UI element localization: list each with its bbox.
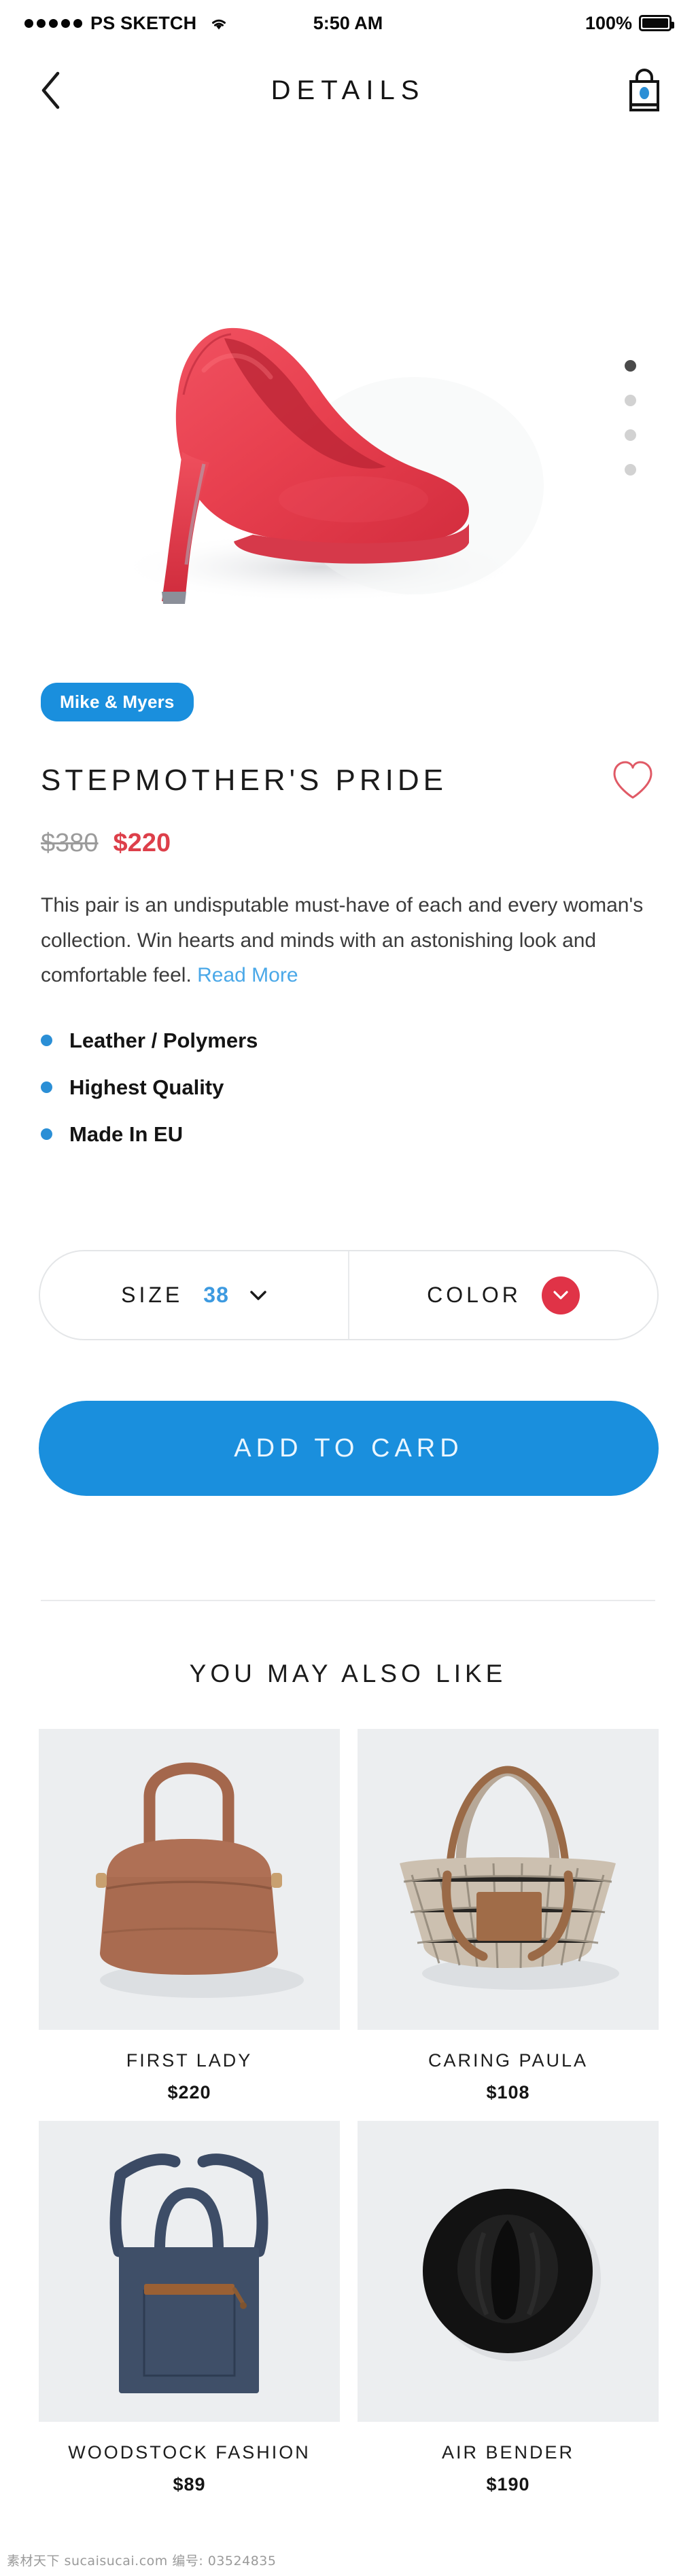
- wifi-icon: [209, 15, 229, 31]
- chevron-left-icon: [41, 71, 60, 109]
- product-thumbnail: [39, 1729, 340, 2030]
- feature-label: Highest Quality: [69, 1075, 224, 1099]
- product-description: This pair is an undisputable must-have o…: [41, 894, 644, 987]
- battery-percent-label: 100%: [585, 12, 632, 33]
- heart-outline-icon: [613, 761, 652, 799]
- product-card-name: FIRST LADY: [126, 2050, 253, 2071]
- status-bar-right: 100%: [585, 12, 674, 34]
- size-selector[interactable]: SIZE 38: [40, 1251, 349, 1339]
- shopping-bag-icon: [629, 69, 659, 111]
- color-swatch[interactable]: [541, 1276, 580, 1314]
- feature-item: Highest Quality: [41, 1075, 655, 1100]
- product-card[interactable]: CARING PAULA $108: [358, 1729, 659, 2103]
- cart-button[interactable]: [623, 69, 666, 112]
- carousel-dot-2[interactable]: [625, 395, 636, 406]
- product-info: Mike & Myers STEPMOTHER'S PRIDE $380 $22…: [0, 683, 696, 1147]
- product-description-block: This pair is an undisputable must-have o…: [41, 888, 646, 993]
- product-thumbnail: [358, 1729, 659, 2030]
- recommendations-grid: FIRST LADY $220 CARING PAULA $108 WOODST…: [39, 1729, 659, 2495]
- original-price: $380: [41, 829, 99, 857]
- recommendations-heading: YOU MAY ALSO LIKE: [189, 1660, 507, 1687]
- back-button[interactable]: [30, 70, 71, 111]
- black-fedora-hat-image: [358, 2121, 659, 2422]
- status-bar-left: PS SKETCH: [24, 13, 229, 34]
- product-thumbnail: [358, 2121, 659, 2422]
- bullet-dot-icon: [41, 1081, 52, 1094]
- page-title: DETAILS: [271, 75, 425, 105]
- product-card-price: $190: [486, 2474, 530, 2494]
- brand-badge[interactable]: Mike & Myers: [41, 683, 194, 721]
- carrier-label: PS SKETCH: [90, 12, 197, 33]
- bullet-dot-icon: [41, 1128, 52, 1141]
- product-title: STEPMOTHER'S PRIDE: [41, 764, 448, 797]
- product-card-price: $108: [486, 2082, 530, 2103]
- feature-list: Leather / Polymers Highest Quality Made …: [41, 1028, 655, 1147]
- feature-label: Made In EU: [69, 1122, 184, 1146]
- product-card[interactable]: AIR BENDER $190: [358, 2121, 659, 2495]
- woven-straw-basket-tote-image: [358, 1729, 659, 2030]
- status-bar: PS SKETCH 5:50 AM 100%: [0, 0, 696, 46]
- size-value: 38: [203, 1283, 229, 1307]
- product-card-name: WOODSTOCK FASHION: [68, 2442, 311, 2463]
- price-row: $380 $220: [41, 829, 655, 858]
- size-label: SIZE: [121, 1283, 184, 1307]
- product-card-price: $89: [173, 2474, 206, 2494]
- signal-strength-icon: [24, 18, 82, 28]
- title-row: STEPMOTHER'S PRIDE: [41, 759, 655, 802]
- carousel-dot-4[interactable]: [625, 464, 636, 476]
- product-card-name: CARING PAULA: [428, 2050, 589, 2071]
- battery-full-icon: [639, 15, 674, 31]
- color-label: COLOR: [427, 1283, 521, 1307]
- product-card[interactable]: WOODSTOCK FASHION $89: [39, 2121, 340, 2495]
- add-to-cart-label: ADD TO CARD: [234, 1433, 464, 1463]
- current-price: $220: [113, 829, 171, 857]
- product-card[interactable]: FIRST LADY $220: [39, 1729, 340, 2103]
- favorite-button[interactable]: [610, 759, 655, 802]
- chevron-down-icon: [249, 1290, 267, 1301]
- product-card-price: $220: [167, 2082, 211, 2103]
- section-divider: [41, 1600, 655, 1601]
- feature-item: Made In EU: [41, 1122, 655, 1147]
- product-image-carousel[interactable]: [0, 132, 696, 669]
- source-watermark: 素材天下 sucaisucai.com 编号: 03524835: [7, 2554, 277, 2569]
- variant-selector: SIZE 38 COLOR: [39, 1250, 659, 1340]
- carousel-dots[interactable]: [625, 360, 636, 476]
- product-detail-screen: PS SKETCH 5:50 AM 100% DETAILS Mike & My…: [0, 0, 696, 2576]
- product-card-name: AIR BENDER: [441, 2442, 575, 2463]
- feature-item: Leather / Polymers: [41, 1028, 655, 1053]
- product-hero-image: [0, 132, 696, 669]
- add-to-cart-button[interactable]: ADD TO CARD: [39, 1401, 659, 1496]
- navy-denim-tote-bag-image: [39, 2121, 340, 2422]
- bullet-dot-icon: [41, 1035, 52, 1047]
- nav-header: DETAILS: [0, 53, 696, 128]
- read-more-link[interactable]: Read More: [197, 964, 298, 986]
- carousel-dot-3[interactable]: [625, 429, 636, 441]
- chevron-down-icon: [553, 1291, 568, 1300]
- feature-label: Leather / Polymers: [69, 1028, 258, 1052]
- brown-leather-handbag-image: [39, 1729, 340, 2030]
- product-thumbnail: [39, 2121, 340, 2422]
- color-selector[interactable]: COLOR: [349, 1251, 657, 1339]
- carousel-dot-1[interactable]: [625, 360, 636, 372]
